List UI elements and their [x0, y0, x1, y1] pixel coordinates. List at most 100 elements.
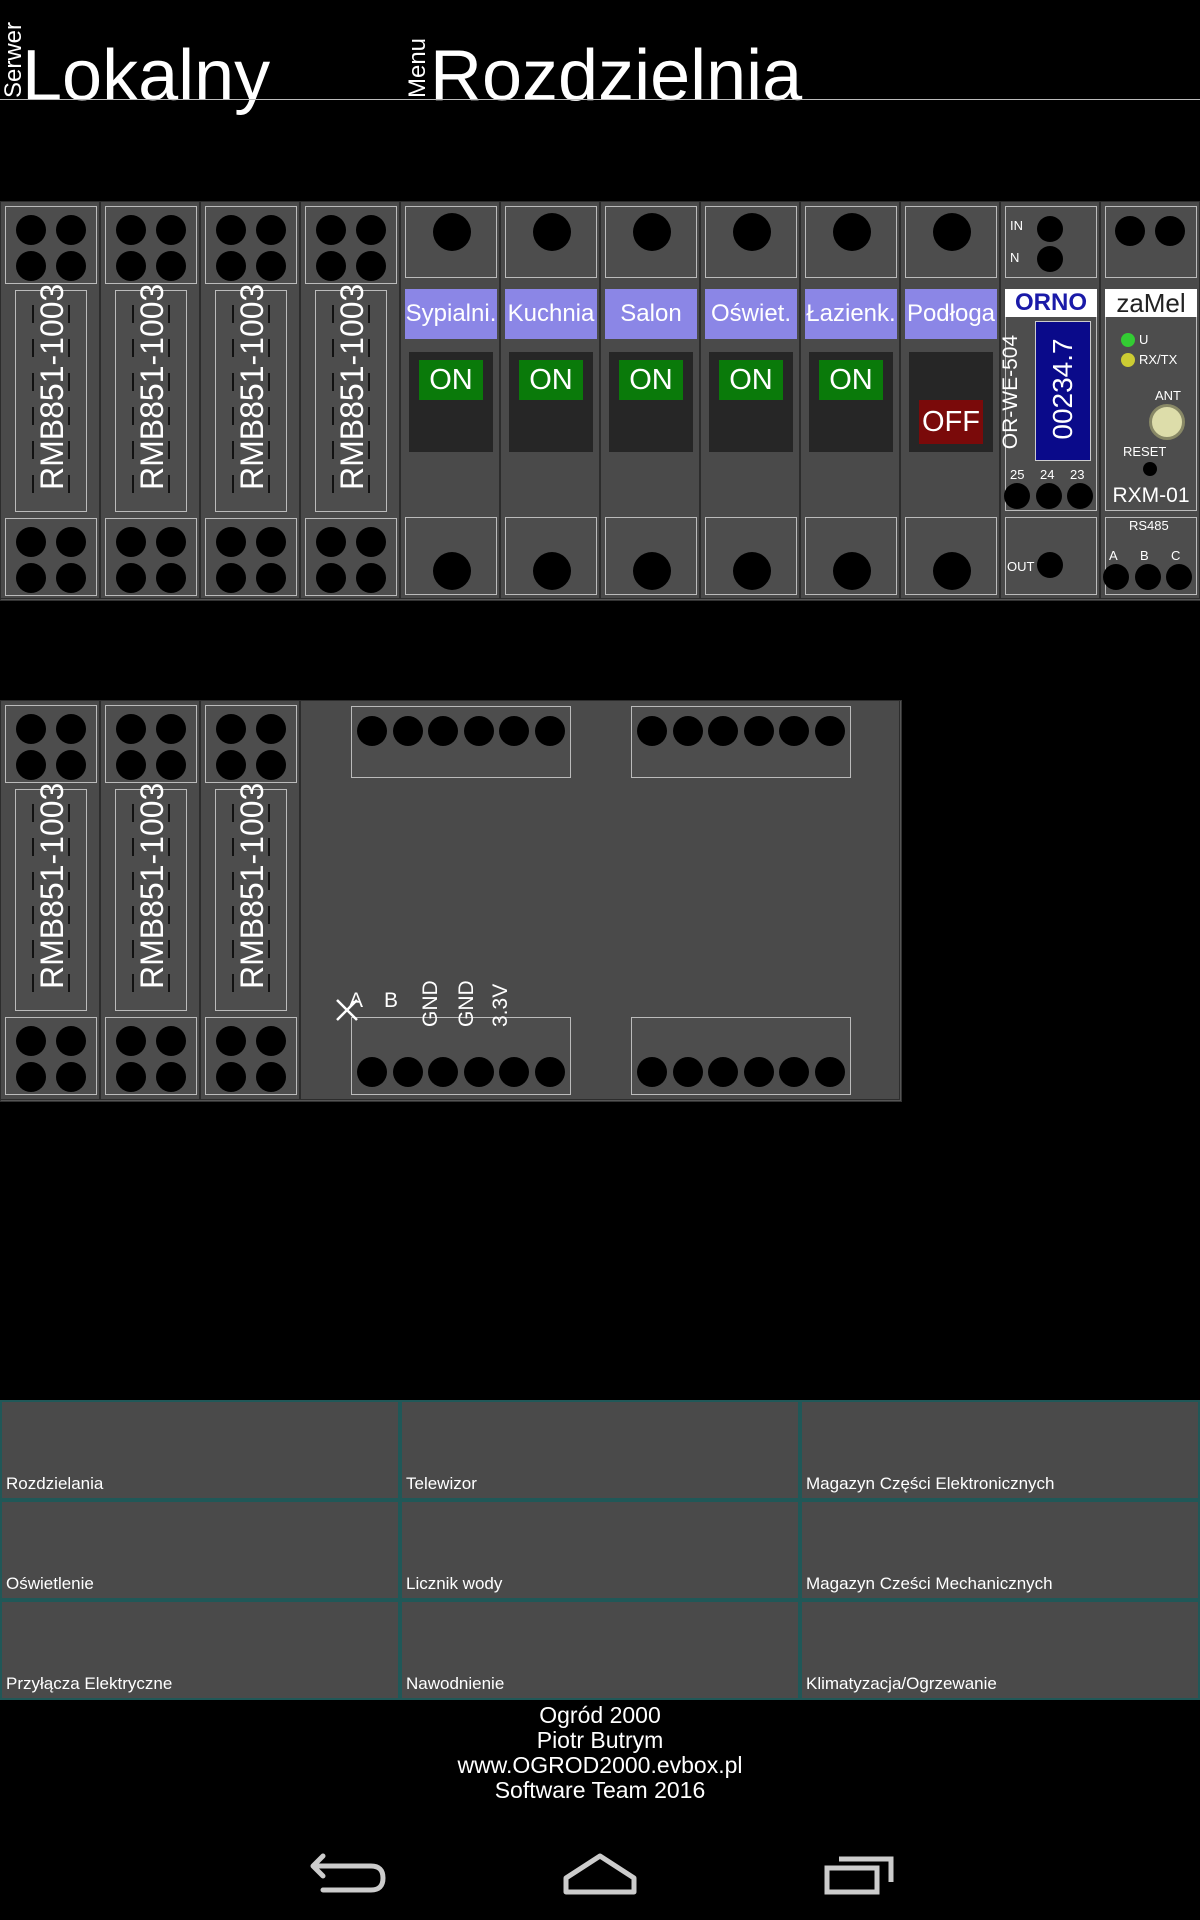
- terminal-screw: [56, 563, 86, 593]
- meter-pulse-screw: [1036, 483, 1062, 509]
- header-pin: [428, 716, 458, 746]
- back-button[interactable]: [283, 1844, 403, 1904]
- relay-module[interactable]: RMB851-1003: [200, 201, 300, 599]
- switch-input-terminal: [605, 206, 697, 278]
- relay-module[interactable]: RMB851-1003: [100, 700, 200, 1100]
- board-pin-label: A: [349, 989, 364, 1012]
- terminal-screw: [533, 213, 571, 251]
- relay-module[interactable]: RMB851-1003: [100, 201, 200, 599]
- menu-item-label: Klimatyzacja/Ogrzewanie: [806, 1674, 997, 1693]
- page-title[interactable]: Rozdzielnia: [430, 40, 802, 112]
- switch-state-off[interactable]: OFF: [919, 400, 983, 444]
- server-name[interactable]: Lokalny: [22, 40, 270, 112]
- header-pin: [672, 1057, 703, 1087]
- relay-terminal: [205, 518, 297, 596]
- terminal-screw: [833, 552, 871, 590]
- meter-out-screw: [1037, 552, 1063, 578]
- meter-n-screw: [1037, 246, 1063, 272]
- switch-state-on[interactable]: ON: [419, 360, 483, 400]
- receiver-brand-text: zaMel: [1116, 288, 1186, 318]
- terminal-screw: [1155, 216, 1185, 246]
- power-led-label: U: [1139, 332, 1149, 347]
- meter-pulse-screw: [1067, 483, 1093, 509]
- relay-module[interactable]: RMB851-1003: [0, 201, 100, 599]
- menu-item-o-wietlenie[interactable]: Oświetlenie: [0, 1500, 400, 1600]
- meter-pulse-screw: [1004, 483, 1030, 509]
- terminal-screw: [316, 215, 346, 245]
- board-pin-label: GND: [455, 980, 478, 1027]
- menu-item-label: Telewizor: [406, 1474, 477, 1493]
- meter-out-label: OUT: [1007, 559, 1035, 574]
- relay-body: RMB851-1003: [15, 783, 87, 1011]
- menu-item-licznik-wody[interactable]: Licznik wody: [400, 1500, 800, 1600]
- header-pin: [708, 1057, 738, 1087]
- footer-website[interactable]: www.OGROD2000.evbox.pl: [0, 1753, 1200, 1778]
- menu-item-rozdzielania[interactable]: Rozdzielania: [0, 1400, 400, 1500]
- switch-input-terminal: [705, 206, 797, 278]
- terminal-screw: [216, 714, 246, 744]
- footer-title: Ogród 2000: [539, 1702, 661, 1728]
- switch-module-owiet[interactable]: Oświet. ON: [700, 201, 800, 599]
- relay-module[interactable]: RMB851-1003: [200, 700, 300, 1100]
- relay-terminal: [5, 206, 97, 284]
- menu-item-magazyn-cz-ci-elektronicznych[interactable]: Magazyn Części Elektronicznych: [800, 1400, 1200, 1500]
- switch-state-on[interactable]: ON: [619, 360, 683, 400]
- receiver-power-terminal: [1105, 206, 1197, 278]
- relay-terminal: [105, 1017, 197, 1095]
- board-header-top-left: [351, 706, 571, 778]
- antenna-label: ANT: [1155, 388, 1181, 403]
- board-header-top-right: [631, 706, 851, 778]
- reset-label: RESET: [1123, 444, 1167, 459]
- menu-item-klimatyzacja-ogrzewanie[interactable]: Klimatyzacja/Ogrzewanie: [800, 1600, 1200, 1700]
- relay-terminal: [205, 1017, 297, 1095]
- receiver-face: [1105, 289, 1197, 511]
- switch-state-on[interactable]: ON: [819, 360, 883, 400]
- relay-module[interactable]: RMB851-1003: [0, 700, 100, 1100]
- switch-name-label: Łazienk.: [805, 289, 897, 339]
- terminal-screw: [216, 1062, 246, 1092]
- switch-name-label: Podłoga: [905, 289, 997, 339]
- switch-module-podoga[interactable]: Podłoga OFF: [900, 201, 1000, 599]
- terminal-screw: [56, 714, 86, 744]
- terminal-screw: [316, 563, 346, 593]
- switch-module-kuchnia[interactable]: Kuchnia ON: [500, 201, 600, 599]
- board-header-bottom-right: [631, 1017, 851, 1095]
- relay-body: RMB851-1003: [115, 783, 187, 1011]
- switch-state-on[interactable]: ON: [719, 360, 783, 400]
- switch-name-label: Kuchnia: [505, 289, 597, 339]
- meter-reading: 00234.7: [1047, 338, 1078, 440]
- switch-output-terminal: [905, 517, 997, 595]
- recents-button[interactable]: [800, 1844, 920, 1904]
- menu-item-magazyn-cze-ci-mechanicznych[interactable]: Magazyn Cześci Mechanicznych: [800, 1500, 1200, 1600]
- header-divider: [0, 99, 1200, 100]
- relay-terminal: [105, 705, 197, 783]
- relay-terminal: [205, 206, 297, 284]
- switch-input-terminal: [905, 206, 997, 278]
- switch-module-azienk[interactable]: Łazienk. ON: [800, 201, 900, 599]
- rs485-b-screw: [1135, 564, 1161, 590]
- relay-body: RMB851-1003: [15, 284, 87, 512]
- reset-button[interactable]: [1143, 462, 1157, 476]
- footer-author: Piotr Butrym: [536, 1727, 664, 1753]
- meter-in-screw: [1037, 216, 1063, 242]
- relay-module[interactable]: RMB851-1003: [300, 201, 400, 599]
- header-pin: [357, 716, 387, 746]
- relay-terminal: [105, 518, 197, 596]
- terminal-screw: [56, 1026, 86, 1056]
- terminal-screw: [156, 527, 186, 557]
- switch-module-salon[interactable]: Salon ON: [600, 201, 700, 599]
- header-pin: [743, 1057, 774, 1087]
- meter-brand-text: ORNO: [1015, 289, 1087, 316]
- switch-state-on[interactable]: ON: [519, 360, 583, 400]
- terminal-screw: [156, 714, 186, 744]
- home-icon: [563, 1853, 637, 1895]
- relay-terminal: [205, 705, 297, 783]
- back-icon: [310, 1853, 386, 1893]
- home-button[interactable]: [540, 1844, 660, 1904]
- menu-item-przy-cza-elektryczne[interactable]: Przyłącza Elektryczne: [0, 1600, 400, 1700]
- menu-item-telewizor[interactable]: Telewizor: [400, 1400, 800, 1500]
- menu-item-nawodnienie[interactable]: Nawodnienie: [400, 1600, 800, 1700]
- switch-module-sypialni[interactable]: Sypialni. ON: [400, 201, 500, 599]
- meter-in-label: IN: [1010, 218, 1023, 233]
- board-pin-label: 3.3V: [489, 983, 512, 1027]
